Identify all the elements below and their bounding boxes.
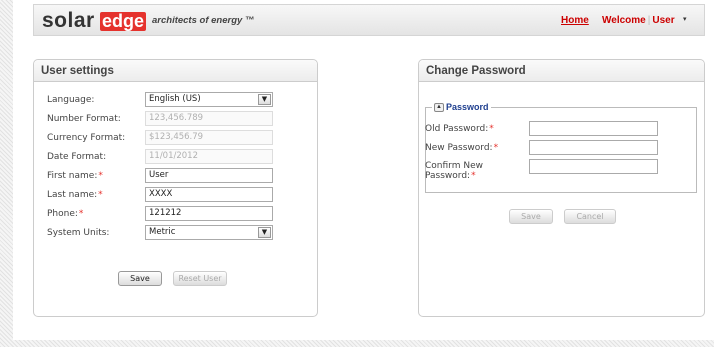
required-marker: * bbox=[471, 171, 476, 181]
date-format-field[interactable]: 11/01/2012 bbox=[145, 149, 273, 164]
change-password-panel: Change Password ▲ Password Old Password:*… bbox=[418, 59, 705, 317]
user-name: User bbox=[652, 15, 675, 26]
number-format-field[interactable]: 123,456.789 bbox=[145, 111, 273, 126]
first-name-field[interactable]: User bbox=[145, 168, 273, 183]
required-marker: * bbox=[98, 171, 103, 181]
system-units-label: System Units: bbox=[47, 228, 110, 238]
language-label: Language: bbox=[47, 95, 95, 105]
password-group: ▲ Password Old Password:* New Password:* … bbox=[425, 102, 697, 193]
phone-label-text: Phone: bbox=[47, 209, 78, 219]
welcome-label: Welcome bbox=[602, 15, 646, 26]
last-name-label: Last name:* bbox=[47, 190, 103, 200]
top-header: solar edge architects of energy ™ Home W… bbox=[33, 4, 705, 36]
password-group-legend[interactable]: ▲ Password bbox=[432, 102, 491, 113]
logo-solar-text: solar bbox=[42, 9, 95, 32]
welcome-separator: | bbox=[647, 15, 651, 26]
last-name-field[interactable]: XXXX bbox=[145, 187, 273, 202]
chevron-down-icon[interactable]: ▼ bbox=[258, 94, 271, 105]
new-password-label: New Password:* bbox=[425, 143, 498, 153]
confirm-password-field[interactable] bbox=[529, 159, 658, 174]
system-units-value: Metric bbox=[149, 227, 176, 237]
page-edge-bottom bbox=[0, 340, 714, 347]
confirm-password-label: Confirm New Password:* bbox=[425, 161, 505, 181]
home-link[interactable]: Home bbox=[561, 15, 589, 26]
new-password-field[interactable] bbox=[529, 140, 658, 155]
chevron-down-icon[interactable]: ▼ bbox=[258, 227, 271, 238]
old-password-label-text: Old Password: bbox=[425, 124, 489, 134]
required-marker: * bbox=[98, 190, 103, 200]
page-edge-left bbox=[0, 0, 13, 347]
currency-format-label: Currency Format: bbox=[47, 133, 126, 143]
phone-label: Phone:* bbox=[47, 209, 83, 219]
save-button[interactable]: Save bbox=[118, 271, 162, 286]
first-name-label: First name:* bbox=[47, 171, 103, 181]
required-marker: * bbox=[493, 143, 499, 153]
password-group-label: Password bbox=[446, 102, 489, 112]
old-password-label: Old Password:* bbox=[425, 124, 494, 134]
required-marker: * bbox=[78, 209, 84, 219]
language-value: English (US) bbox=[149, 94, 201, 104]
welcome-user: Welcome | User bbox=[602, 15, 675, 26]
change-password-title: Change Password bbox=[419, 60, 704, 82]
date-format-label: Date Format: bbox=[47, 152, 107, 162]
user-settings-title: User settings bbox=[34, 60, 317, 82]
user-settings-panel: User settings Language: English (US) ▼ N… bbox=[33, 59, 318, 317]
reset-user-button[interactable]: Reset User bbox=[173, 271, 227, 286]
caret-down-icon[interactable]: ▾ bbox=[683, 15, 687, 23]
system-units-select[interactable]: Metric ▼ bbox=[145, 225, 273, 240]
language-select[interactable]: English (US) ▼ bbox=[145, 92, 273, 107]
new-password-label-text: New Password: bbox=[425, 143, 493, 153]
password-cancel-button[interactable]: Cancel bbox=[564, 209, 616, 224]
currency-format-field[interactable]: $123,456.79 bbox=[145, 130, 273, 145]
password-save-button[interactable]: Save bbox=[509, 209, 553, 224]
required-marker: * bbox=[489, 124, 494, 134]
first-name-label-text: First name: bbox=[47, 171, 98, 181]
old-password-field[interactable] bbox=[529, 121, 658, 136]
collapse-up-icon[interactable]: ▲ bbox=[434, 103, 444, 113]
logo-tagline: architects of energy ™ bbox=[152, 15, 255, 26]
last-name-label-text: Last name: bbox=[47, 190, 98, 200]
phone-field[interactable]: 121212 bbox=[145, 206, 273, 221]
logo-edge-text: edge bbox=[100, 11, 146, 31]
number-format-label: Number Format: bbox=[47, 114, 121, 124]
